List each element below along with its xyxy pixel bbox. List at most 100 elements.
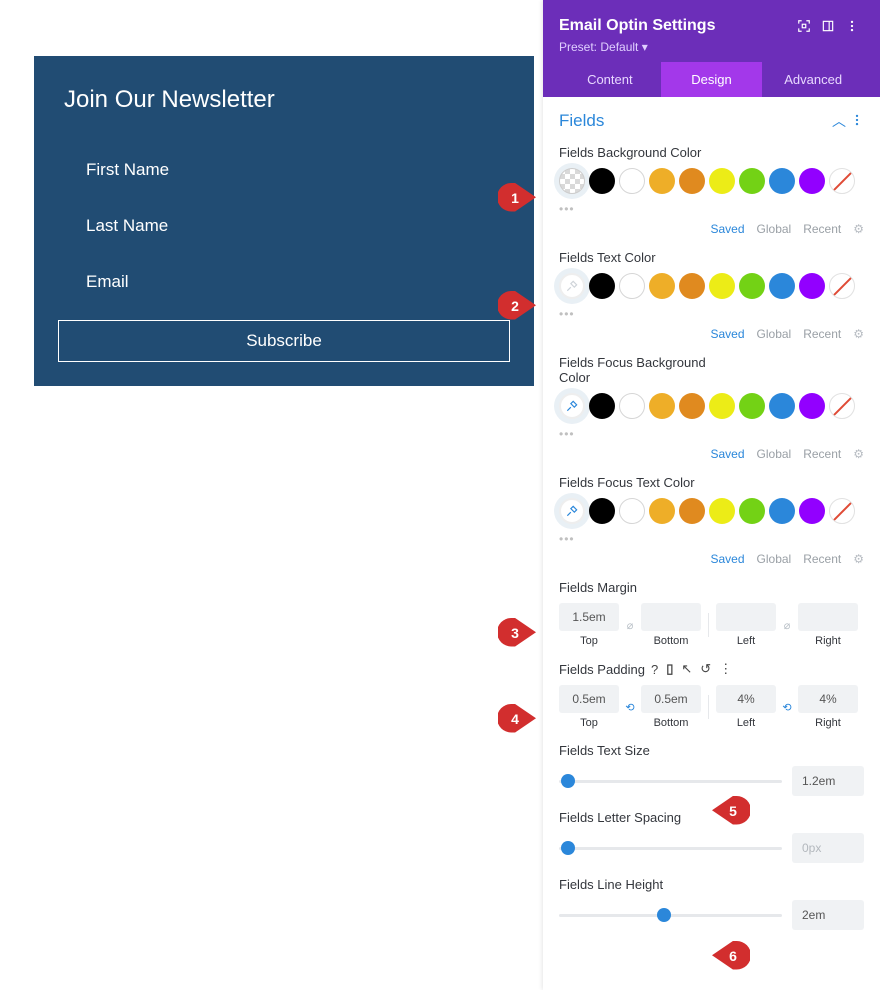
gear-icon[interactable]: ⚙: [853, 222, 864, 236]
link-lr-icon[interactable]: ⟲: [780, 701, 794, 714]
swatch-green[interactable]: [739, 273, 765, 299]
swatch-white[interactable]: [619, 168, 645, 194]
swatch-blue[interactable]: [769, 498, 795, 524]
padding-bottom-label: Bottom: [654, 717, 689, 729]
line-height-value[interactable]: [792, 900, 864, 930]
swatch-white[interactable]: [619, 498, 645, 524]
swatch-green[interactable]: [739, 498, 765, 524]
mobile-icon[interactable]: ▯: [666, 661, 673, 677]
text-size-value[interactable]: [792, 766, 864, 796]
swatch-blue[interactable]: [769, 168, 795, 194]
swatch-blue[interactable]: [769, 393, 795, 419]
swatch-orange[interactable]: [649, 498, 675, 524]
swatch-transparent[interactable]: [559, 168, 585, 194]
columns-icon[interactable]: [816, 14, 840, 38]
tab-content[interactable]: Content: [559, 62, 661, 97]
letter-spacing-slider[interactable]: [559, 847, 782, 850]
last-name-field[interactable]: [58, 198, 510, 254]
swatch-purple[interactable]: [799, 498, 825, 524]
global-tab[interactable]: Global: [757, 222, 792, 236]
recent-tab[interactable]: Recent: [803, 447, 841, 461]
padding-right-input[interactable]: [798, 685, 858, 713]
recent-tab[interactable]: Recent: [803, 222, 841, 236]
preset-dropdown[interactable]: Preset: Default ▾: [559, 40, 864, 54]
first-name-field[interactable]: [58, 142, 510, 198]
swatch-eyedropper[interactable]: [559, 393, 585, 419]
swatch-purple[interactable]: [799, 168, 825, 194]
saved-tab[interactable]: Saved: [710, 552, 744, 566]
recent-tab[interactable]: Recent: [803, 327, 841, 341]
swatch-blue[interactable]: [769, 273, 795, 299]
link-lr-icon[interactable]: ⌀: [780, 619, 794, 632]
more-dots-icon[interactable]: •••: [559, 202, 864, 216]
saved-tab[interactable]: Saved: [710, 222, 744, 236]
more-icon[interactable]: [840, 14, 864, 38]
saved-tab[interactable]: Saved: [710, 447, 744, 461]
swatch-black[interactable]: [589, 393, 615, 419]
text-size-slider[interactable]: [559, 780, 782, 783]
color-tabs: Saved Global Recent ⚙: [559, 447, 864, 461]
subscribe-button[interactable]: Subscribe: [58, 320, 510, 362]
swatch-green[interactable]: [739, 393, 765, 419]
more-dots-icon[interactable]: •••: [559, 427, 864, 441]
margin-top-input[interactable]: [559, 603, 619, 631]
swatch-eyedropper[interactable]: [559, 498, 585, 524]
swatch-white[interactable]: [619, 393, 645, 419]
swatch-yellow[interactable]: [709, 168, 735, 194]
saved-tab[interactable]: Saved: [710, 327, 744, 341]
link-tb-icon[interactable]: ⌀: [623, 619, 637, 632]
section-options-icon[interactable]: [850, 113, 864, 130]
swatch-orange[interactable]: [649, 168, 675, 194]
help-icon[interactable]: ?: [651, 662, 658, 677]
swatch-darkorange[interactable]: [679, 273, 705, 299]
global-tab[interactable]: Global: [757, 447, 792, 461]
padding-bottom-input[interactable]: [641, 685, 701, 713]
line-height-slider[interactable]: [559, 914, 782, 917]
global-tab[interactable]: Global: [757, 552, 792, 566]
swatch-yellow[interactable]: [709, 273, 735, 299]
padding-top-input[interactable]: [559, 685, 619, 713]
swatch-black[interactable]: [589, 498, 615, 524]
padding-top-label: Top: [580, 717, 598, 729]
gear-icon[interactable]: ⚙: [853, 327, 864, 341]
swatch-none[interactable]: [829, 393, 855, 419]
swatch-eyedropper[interactable]: [559, 273, 585, 299]
swatch-orange[interactable]: [649, 273, 675, 299]
swatch-none[interactable]: [829, 498, 855, 524]
swatch-darkorange[interactable]: [679, 393, 705, 419]
swatch-black[interactable]: [589, 273, 615, 299]
swatch-purple[interactable]: [799, 393, 825, 419]
global-tab[interactable]: Global: [757, 327, 792, 341]
focus-icon[interactable]: [792, 14, 816, 38]
swatch-none[interactable]: [829, 273, 855, 299]
padding-left-input[interactable]: [716, 685, 776, 713]
gear-icon[interactable]: ⚙: [853, 552, 864, 566]
tab-advanced[interactable]: Advanced: [762, 62, 864, 97]
collapse-icon[interactable]: ︿: [832, 111, 846, 131]
recent-tab[interactable]: Recent: [803, 552, 841, 566]
swatch-purple[interactable]: [799, 273, 825, 299]
email-field[interactable]: [58, 254, 510, 310]
swatch-darkorange[interactable]: [679, 498, 705, 524]
swatch-orange[interactable]: [649, 393, 675, 419]
swatch-yellow[interactable]: [709, 498, 735, 524]
swatch-green[interactable]: [739, 168, 765, 194]
swatch-darkorange[interactable]: [679, 168, 705, 194]
reset-icon[interactable]: ↺: [700, 661, 711, 677]
more-dots-icon[interactable]: •••: [559, 532, 864, 546]
letter-spacing-value[interactable]: [792, 833, 864, 863]
tab-design[interactable]: Design: [661, 62, 763, 97]
section-title[interactable]: Fields: [559, 111, 828, 131]
swatch-black[interactable]: [589, 168, 615, 194]
margin-right-input[interactable]: [798, 603, 858, 631]
cursor-icon[interactable]: ↖: [681, 661, 692, 677]
gear-icon[interactable]: ⚙: [853, 447, 864, 461]
margin-bottom-input[interactable]: [641, 603, 701, 631]
swatch-yellow[interactable]: [709, 393, 735, 419]
swatch-none[interactable]: [829, 168, 855, 194]
swatch-white[interactable]: [619, 273, 645, 299]
options-icon[interactable]: ⋮: [719, 661, 732, 677]
more-dots-icon[interactable]: •••: [559, 307, 864, 321]
margin-left-input[interactable]: [716, 603, 776, 631]
link-tb-icon[interactable]: ⟲: [623, 701, 637, 714]
